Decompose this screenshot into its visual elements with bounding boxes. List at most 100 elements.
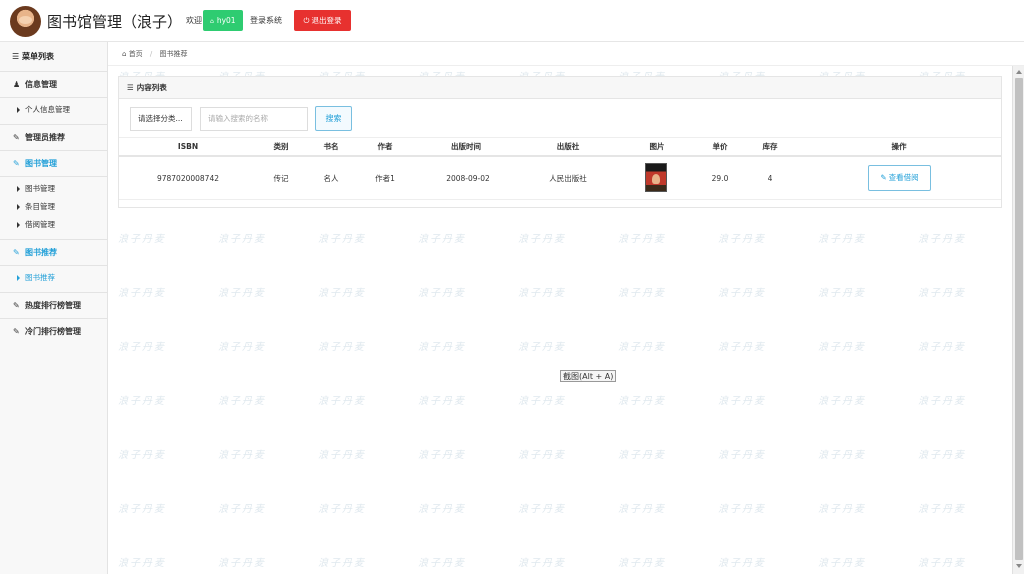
breadcrumb-separator: / [149, 50, 153, 58]
watermark-text: 浪子丹麦 [218, 234, 266, 245]
watermark-text: 浪子丹麦 [518, 234, 566, 245]
column-header-title: 书名 [323, 142, 339, 151]
panel-title-label: 内容列表 [136, 83, 167, 92]
cell-publisher: 人民出版社 [549, 174, 587, 183]
watermark-text: 浪子丹麦 [218, 342, 266, 353]
user-button[interactable]: ⌂ hy01 [203, 10, 243, 31]
watermark-text: 浪子丹麦 [518, 558, 566, 569]
watermark-text: 浪子丹麦 [918, 396, 966, 407]
watermark-text: 浪子丹麦 [518, 450, 566, 461]
sidebar-item-entry-manage[interactable]: 条目管理 [0, 198, 107, 216]
watermark-text: 浪子丹麦 [218, 504, 266, 515]
vertical-scrollbar[interactable] [1012, 66, 1024, 574]
sidebar-item-book-manage[interactable]: 图书管理 [0, 180, 107, 198]
watermark-text: 浪子丹麦 [918, 450, 966, 461]
caret-right-icon [17, 204, 20, 210]
list-icon: ☰ [127, 83, 134, 92]
scroll-down-arrow-icon[interactable] [1016, 564, 1022, 568]
watermark-text: 浪子丹麦 [118, 234, 166, 245]
watermark-text: 浪子丹麦 [718, 342, 766, 353]
column-header-isbn: ISBN [177, 142, 199, 151]
caret-right-icon [17, 222, 20, 228]
edit-icon: ✎ [13, 159, 20, 168]
breadcrumb: ⌂ 首页 / 图书推荐 [108, 42, 1024, 66]
username: hy01 [216, 16, 236, 25]
watermark-text: 浪子丹麦 [318, 288, 366, 299]
watermark-text: 浪子丹麦 [818, 342, 866, 353]
column-header-action: 操作 [891, 142, 907, 151]
sidebar-group-info[interactable]: ♟ 信息管理 [0, 72, 107, 98]
sidebar-item-borrow-manage[interactable]: 借阅管理 [0, 216, 107, 234]
watermark-text: 浪子丹麦 [618, 234, 666, 245]
breadcrumb-current: 图书推荐 [159, 50, 188, 58]
sidebar-item-label: 条目管理 [25, 202, 55, 211]
sidebar-item-label: 图书推荐 [25, 273, 55, 282]
sidebar-group-book-manage[interactable]: ✎ 图书管理 [0, 151, 107, 177]
caret-right-icon [17, 107, 20, 113]
sidebar-group-cold-ranking[interactable]: ✎ 冷门排行榜管理 [0, 319, 107, 345]
watermark-text: 浪子丹麦 [118, 396, 166, 407]
watermark-text: 浪子丹麦 [618, 396, 666, 407]
content-panel: ☰ 内容列表 请选择分类... 请输入搜索的名称 搜索 ISBN 类别 书名 作者… [118, 76, 1002, 208]
sidebar-item-label: 个人信息管理 [25, 105, 70, 114]
view-borrow-button[interactable]: ✎ 查看借阅 [868, 165, 931, 191]
watermark-text: 浪子丹麦 [418, 450, 466, 461]
watermark-text: 浪子丹麦 [718, 558, 766, 569]
search-button[interactable]: 搜索 [315, 106, 352, 131]
watermark-text: 浪子丹麦 [818, 234, 866, 245]
watermark-text: 浪子丹麦 [418, 558, 466, 569]
screenshot-tooltip: 截图(Alt + A) [560, 370, 617, 382]
sidebar-group-admin-recommend[interactable]: ✎ 管理员推荐 [0, 125, 107, 151]
sidebar-title: ☰ 菜单列表 [0, 42, 107, 72]
watermark-text: 浪子丹麦 [918, 558, 966, 569]
cell-price: 29.0 [711, 174, 729, 183]
watermark-text: 浪子丹麦 [518, 504, 566, 515]
column-header-price: 单价 [712, 142, 728, 151]
sidebar-title-label: 菜单列表 [21, 52, 54, 61]
view-borrow-label: 查看借阅 [888, 173, 919, 182]
logout-button[interactable]: ⏻ 退出登录 [294, 10, 351, 31]
watermark-text: 浪子丹麦 [818, 288, 866, 299]
column-header-category: 类别 [273, 142, 289, 151]
sidebar-group-label: 热度排行榜管理 [25, 301, 81, 310]
cell-category: 传记 [273, 174, 289, 183]
watermark-text: 浪子丹麦 [918, 234, 966, 245]
sidebar-group-label: 图书推荐 [25, 248, 57, 257]
watermark-text: 浪子丹麦 [818, 450, 866, 461]
column-header-author: 作者 [377, 142, 393, 151]
sidebar-group-book-recommend[interactable]: ✎ 图书推荐 [0, 240, 107, 266]
sidebar-group-label: 管理员推荐 [25, 133, 65, 142]
sidebar-item-personal-info[interactable]: 个人信息管理 [0, 101, 107, 119]
search-input[interactable]: 请输入搜索的名称 [200, 107, 308, 131]
watermark-text: 浪子丹麦 [418, 288, 466, 299]
watermark-text: 浪子丹麦 [518, 288, 566, 299]
user-icon: ♟ [13, 80, 21, 89]
edit-icon: ✎ [13, 301, 20, 310]
list-icon: ☰ [12, 52, 20, 61]
sidebar: ☰ 菜单列表 ♟ 信息管理 个人信息管理 ✎ 管理员推荐 ✎ 图书管理 图书管理 条目… [0, 42, 108, 574]
category-select[interactable]: 请选择分类... [130, 107, 192, 131]
watermark-text: 浪子丹麦 [118, 504, 166, 515]
sidebar-item-book-recommend[interactable]: 图书推荐 [0, 269, 107, 287]
watermark-text: 浪子丹麦 [218, 288, 266, 299]
watermark-text: 浪子丹麦 [118, 288, 166, 299]
sidebar-group-hot-ranking[interactable]: ✎ 热度排行榜管理 [0, 293, 107, 319]
scroll-up-arrow-icon[interactable] [1016, 70, 1022, 74]
cell-author: 作者1 [375, 174, 395, 183]
watermark-text: 浪子丹麦 [718, 396, 766, 407]
sidebar-group-label: 信息管理 [25, 80, 57, 89]
column-header-image: 图片 [649, 142, 665, 151]
sidebar-sub-book-manage: 图书管理 条目管理 借阅管理 [0, 177, 107, 240]
column-header-publish-date: 出版时间 [451, 142, 481, 151]
watermark-text: 浪子丹麦 [418, 234, 466, 245]
watermark-text: 浪子丹麦 [318, 450, 366, 461]
breadcrumb-home[interactable]: 首页 [129, 50, 143, 58]
watermark-text: 浪子丹麦 [118, 450, 166, 461]
column-header-stock: 库存 [762, 142, 778, 151]
edit-icon: ✎ [13, 248, 20, 257]
panel-title: ☰ 内容列表 [119, 77, 1001, 99]
scroll-thumb[interactable] [1015, 78, 1023, 560]
power-icon: ⏻ [303, 16, 310, 25]
watermark-text: 浪子丹麦 [318, 342, 366, 353]
watermark-text: 浪子丹麦 [618, 504, 666, 515]
